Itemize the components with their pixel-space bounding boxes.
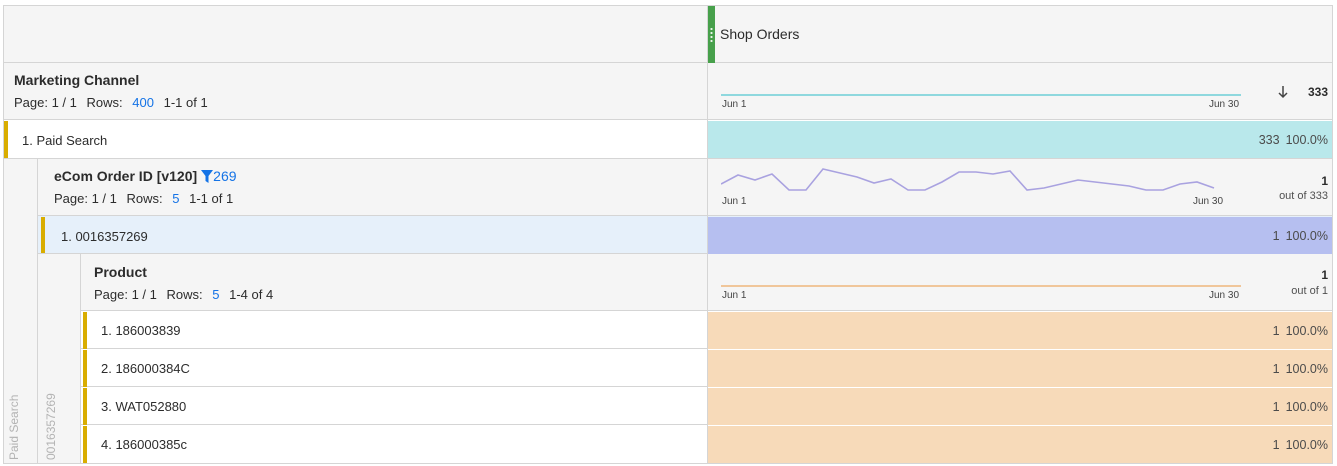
rows-per-page-link[interactable]: 5 [172,191,179,206]
filter-value[interactable]: 269 [213,168,236,184]
pagination-info: Page: 1 / 1 Rows: 5 1-4 of 4 [94,287,274,302]
metric-total-sub: out of 1 [1291,285,1328,297]
rows-label: Rows: [86,95,123,110]
pagination-info: Page: 1 / 1 Rows: 5 1-1 of 1 [54,191,234,206]
row-range: 1-1 of 1 [163,95,208,110]
breakdown-rail-label: 0016357269 [44,393,58,460]
row-selection-bar [83,426,87,463]
sparkline-start-label: Jun 1 [722,290,747,301]
pagination-info: Page: 1 / 1 Rows: 400 1-1 of 1 [14,95,208,110]
column-divider [707,6,708,463]
metric-cell-value: 1 100.0% [1272,229,1328,243]
row-label[interactable]: 4. 186000385c [101,437,187,452]
sparkline-start-label: Jun 1 [722,99,747,110]
metric-total: 1 [1321,174,1328,188]
sparkline-end-label: Jun 30 [1209,99,1240,110]
sparkline-start-label: Jun 1 [722,196,747,207]
sparkline-product [721,285,1241,287]
metric-cell-value: 333 100.0% [1258,133,1328,147]
freeform-table: Shop Orders Marketing Channel Page: 1 / … [3,5,1333,464]
metric-cell-value: 1 100.0% [1272,324,1328,338]
metric-total: 1 [1321,268,1328,282]
dimension-title[interactable]: eCom Order ID [v120] 269 [54,168,237,184]
filter-icon[interactable] [201,170,214,183]
row-label[interactable]: 2. 186000384C [101,361,190,376]
dimension-title[interactable]: Marketing Channel [14,72,139,88]
row-label[interactable]: 1. Paid Search [22,133,107,148]
metric-cell-value: 1 100.0% [1272,400,1328,414]
table-header [4,6,1332,63]
rows-per-page-link[interactable]: 5 [212,287,219,302]
metric-column-title[interactable]: Shop Orders [720,26,799,42]
dimension-title[interactable]: Product [94,264,147,280]
sparkline-ecom-order-id [721,168,1215,191]
arrow-down-icon[interactable] [1277,85,1289,99]
row-label[interactable]: 1. 0016357269 [61,229,148,244]
row-selection-bar [4,121,8,158]
metric-cell-value: 1 100.0% [1272,362,1328,376]
row-label[interactable]: 3. WAT052880 [101,399,186,414]
page-label: Page: 1 / 1 [14,95,77,110]
row-label[interactable]: 1. 186003839 [101,323,181,338]
sparkline-marketing-channel [721,94,1241,96]
sparkline-end-label: Jun 30 [1209,290,1240,301]
sparkline-end-label: Jun 30 [1193,196,1224,207]
metric-total-sub: out of 333 [1279,190,1328,202]
breakdown-rail-label: Paid Search [7,394,21,460]
grip-dots-icon [710,27,713,43]
row-selection-bar [41,217,45,253]
row-selection-bar [83,388,87,425]
row-selection-bar [83,350,87,387]
row-selection-bar [83,312,87,349]
rows-per-page-link[interactable]: 400 [132,95,154,110]
metric-total: 333 [1307,85,1328,99]
metric-cell-value: 1 100.0% [1272,438,1328,452]
